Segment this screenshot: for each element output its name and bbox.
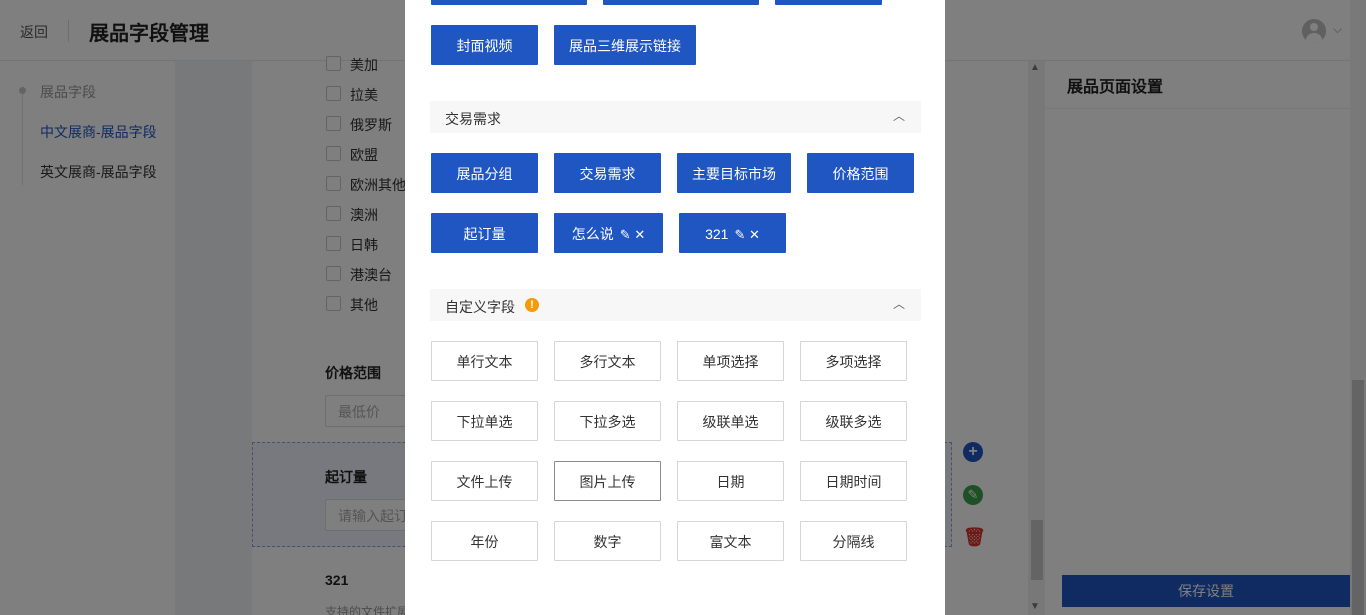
field-type-dropdown-multi[interactable]: 下拉多选 (554, 401, 661, 441)
3d-display-link-button[interactable]: 展品三维展示链接 (554, 25, 696, 65)
field-type-rich-text[interactable]: 富文本 (677, 521, 784, 561)
field-type-single-choice[interactable]: 单项选择 (677, 341, 784, 381)
custom-field-button[interactable]: 321 ✎ ✕ (679, 213, 786, 253)
field-button-product-group[interactable]: 展品分组 (431, 153, 538, 193)
field-type-year[interactable]: 年份 (431, 521, 538, 561)
custom-field-label: 怎么说 (571, 226, 614, 242)
field-button-partial[interactable] (431, 0, 587, 5)
field-button-price-range[interactable]: 价格范围 (807, 153, 914, 193)
field-type-file-upload[interactable]: 文件上传 (431, 461, 538, 501)
chevron-up-icon[interactable]: ︿ (893, 295, 905, 312)
pencil-icon[interactable]: ✎ (734, 227, 745, 242)
custom-field-button[interactable]: 怎么说 ✎ ✕ (554, 213, 663, 253)
custom-field-label: 321 (705, 226, 729, 242)
close-icon[interactable]: ✕ (634, 227, 645, 242)
field-button-moq[interactable]: 起订量 (431, 213, 538, 253)
field-type-cascade-single[interactable]: 级联单选 (677, 401, 784, 441)
field-button-partial[interactable] (775, 0, 882, 5)
chevron-up-icon[interactable]: ︿ (893, 107, 905, 124)
field-type-single-line[interactable]: 单行文本 (431, 341, 538, 381)
field-type-image-upload[interactable]: 图片上传 (554, 461, 661, 501)
trade-section-title: 交易需求 (445, 111, 501, 127)
field-type-cascade-multi[interactable]: 级联多选 (800, 401, 907, 441)
custom-section-header[interactable]: 自定义字段 ! ︿ (430, 289, 921, 321)
field-type-number[interactable]: 数字 (554, 521, 661, 561)
field-type-dropdown-single[interactable]: 下拉单选 (431, 401, 538, 441)
field-button-trade-demand[interactable]: 交易需求 (554, 153, 661, 193)
field-type-divider[interactable]: 分隔线 (800, 521, 907, 561)
custom-section-title: 自定义字段 (445, 299, 515, 315)
field-button-target-market[interactable]: 主要目标市场 (677, 153, 791, 193)
field-type-date[interactable]: 日期 (677, 461, 784, 501)
warning-icon[interactable]: ! (525, 298, 539, 312)
pencil-icon[interactable]: ✎ (620, 227, 631, 242)
close-icon[interactable]: ✕ (749, 227, 760, 242)
field-type-datetime[interactable]: 日期时间 (800, 461, 907, 501)
field-button-partial[interactable] (603, 0, 759, 5)
trade-section-header[interactable]: 交易需求 ︿ (430, 101, 921, 133)
field-type-multi-line[interactable]: 多行文本 (554, 341, 661, 381)
field-type-multi-choice[interactable]: 多项选择 (800, 341, 907, 381)
cover-video-button[interactable]: 封面视频 (431, 25, 538, 65)
